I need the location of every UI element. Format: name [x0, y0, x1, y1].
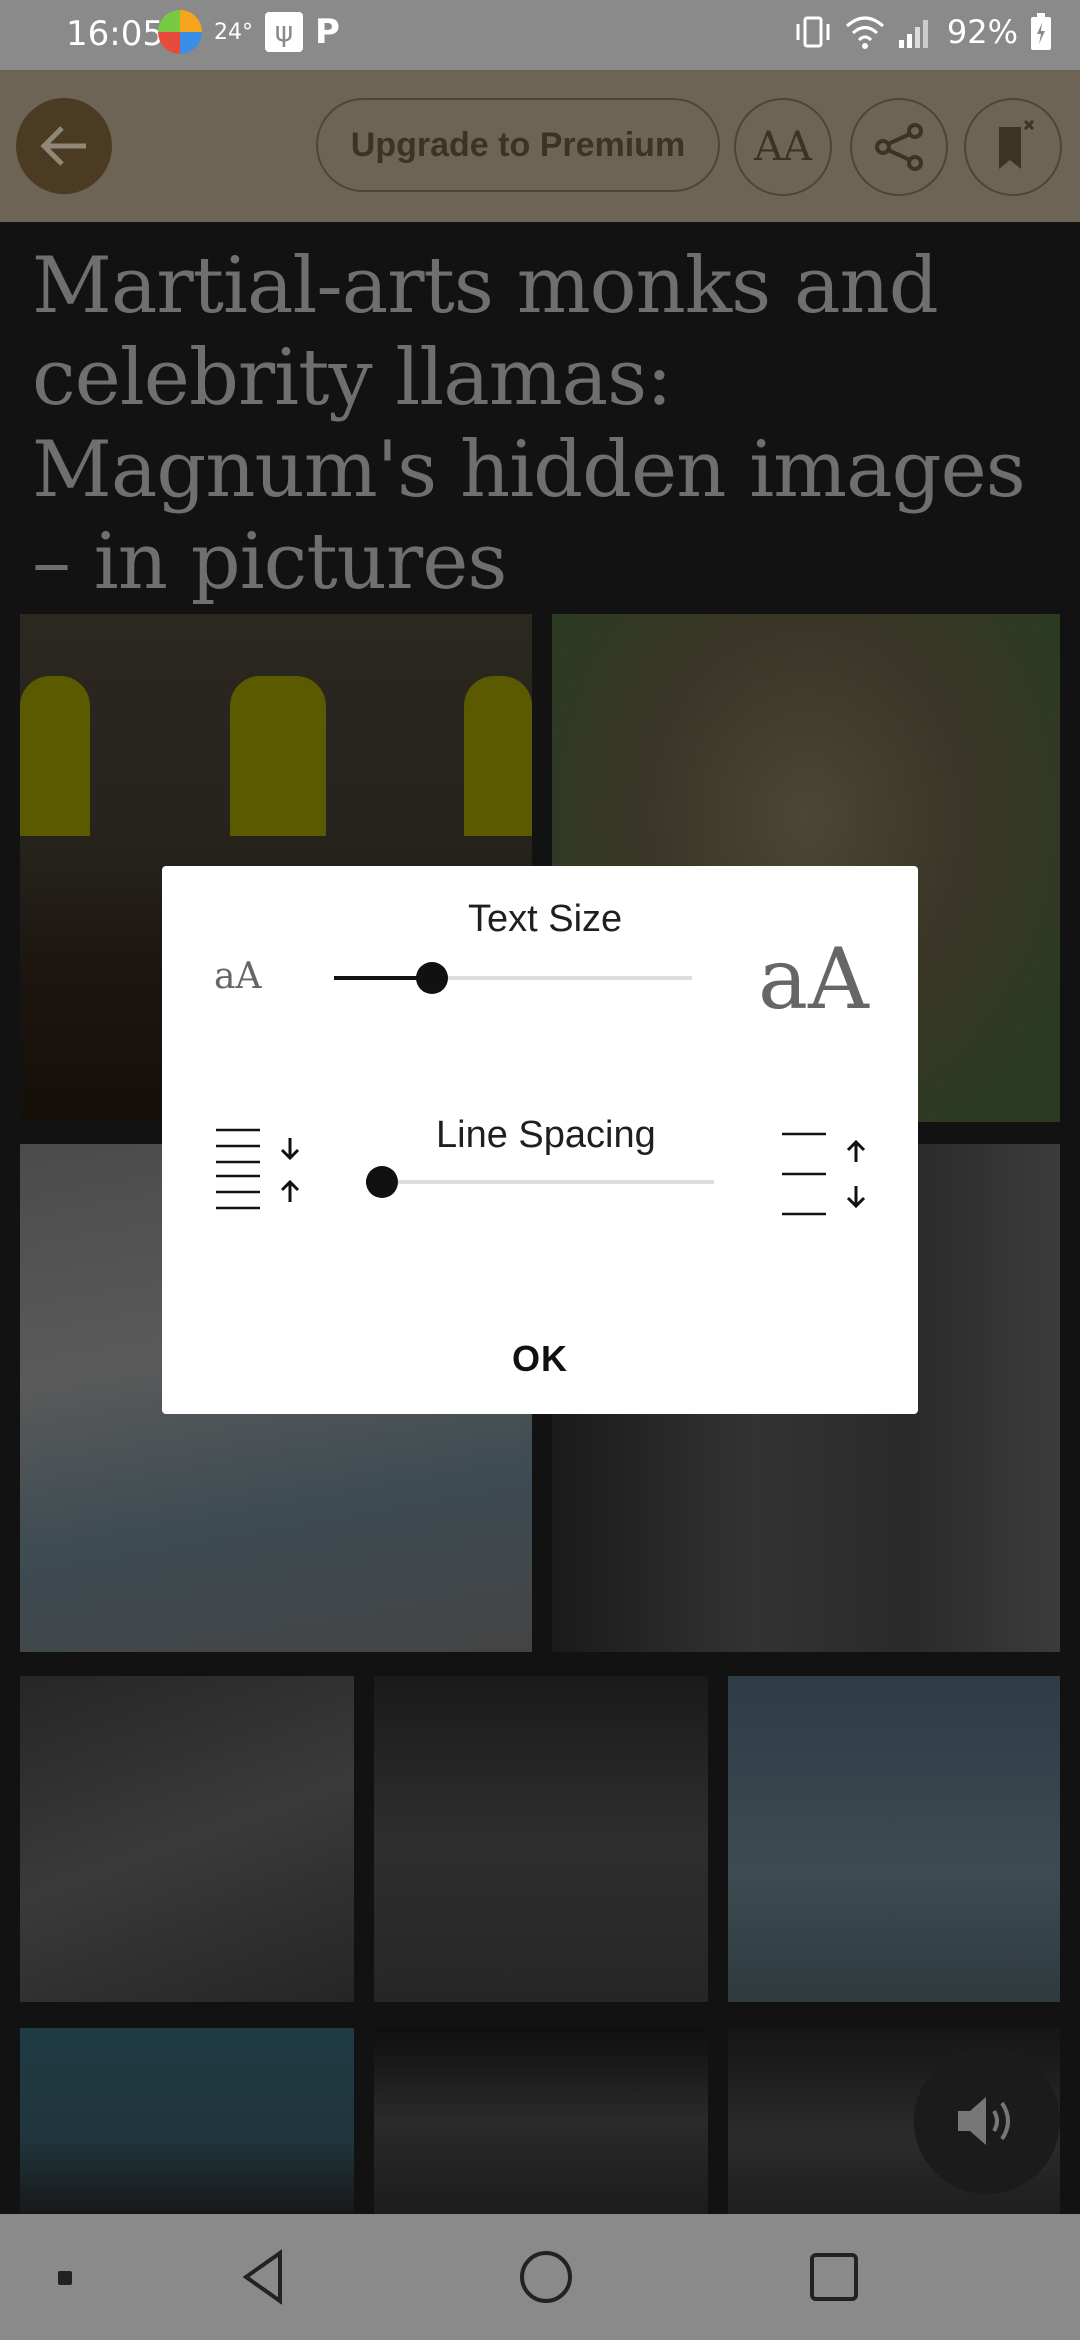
back-button[interactable] [16, 98, 112, 194]
nav-recents-icon[interactable] [804, 2247, 864, 2307]
ok-button[interactable]: OK [482, 1324, 598, 1394]
nav-back-icon[interactable] [234, 2247, 294, 2307]
signal-icon [898, 20, 928, 48]
text-size-small-sample: aA [214, 956, 262, 997]
status-notification-icons: 24° ψ P [158, 10, 340, 54]
line-spacing-thumb[interactable] [366, 1166, 398, 1198]
line-spacing-track [366, 1180, 714, 1184]
status-system-icons: 92% [793, 12, 1052, 52]
temperature-text: 24° [214, 19, 253, 45]
status-bar: 16:05 24° ψ P 92% [0, 0, 1080, 70]
back-arrow-icon [40, 126, 86, 166]
text-size-button[interactable]: AA [734, 98, 832, 196]
text-size-slider[interactable] [334, 958, 692, 998]
battery-icon [1031, 13, 1051, 50]
window-shape [464, 676, 532, 836]
gallery-photo-portrait[interactable] [374, 2028, 708, 2214]
line-spacing-decrease-icon [216, 1128, 300, 1210]
speaker-icon [958, 2097, 1010, 2145]
window-shape [230, 676, 326, 836]
gallery-photo-beach[interactable] [20, 2028, 354, 2214]
system-nav-bar [0, 2214, 1080, 2340]
gallery-photo-street-balloon[interactable] [374, 1676, 708, 2002]
share-icon [875, 123, 923, 171]
status-time: 16:05 [66, 14, 164, 54]
line-spacing-increase-icon [782, 1132, 866, 1216]
battery-percent: 92% [946, 13, 1018, 51]
usb-icon: ψ [265, 12, 303, 52]
line-spacing-slider[interactable] [366, 1162, 714, 1202]
gallery-photo-child-binoculars[interactable] [20, 1676, 354, 2002]
wifi-icon [845, 16, 884, 49]
gallery-photo-upside-down-monk[interactable] [728, 1676, 1060, 2002]
article-headline: Martial-arts monks and celebrity llamas:… [32, 241, 1026, 607]
text-size-thumb[interactable] [415, 962, 448, 994]
line-spacing-label: Line Spacing [436, 1114, 656, 1156]
bookmark-button[interactable] [964, 98, 1062, 196]
text-size-large-sample: aA [758, 930, 869, 1028]
vibrate-icon [796, 16, 830, 48]
share-button[interactable] [850, 98, 948, 196]
browser-app-icon [158, 10, 202, 54]
nav-home-icon[interactable] [516, 2247, 576, 2307]
window-shape [20, 676, 90, 836]
bookmark-icon [999, 119, 1035, 169]
text-size-icon: AA [754, 124, 812, 170]
nav-menu-dot-icon[interactable] [54, 2247, 78, 2307]
parking-app-icon: P [315, 12, 340, 52]
audio-button[interactable] [914, 2048, 1060, 2194]
text-size-label: Text Size [468, 898, 623, 940]
text-settings-dialog: Text Size aA aA Line Spacing OK [162, 866, 918, 1414]
upgrade-premium-button[interactable]: Upgrade to Premium [316, 98, 720, 192]
article-toolbar: Upgrade to Premium AA [0, 70, 1080, 222]
